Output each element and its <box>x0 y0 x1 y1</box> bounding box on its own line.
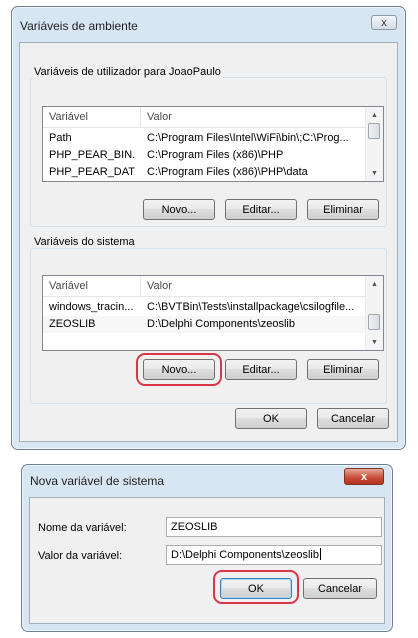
dialog-title: Variáveis de ambiente <box>20 19 138 33</box>
dialog-title: Nova variável de sistema <box>30 474 165 488</box>
column-header-variable[interactable]: Variável <box>49 280 88 292</box>
close-icon[interactable]: x <box>371 15 397 30</box>
row-value: C:\BVTBin\Tests\installpackage\csilogfil… <box>147 301 355 313</box>
user-delete-button[interactable]: Eliminar <box>307 199 379 220</box>
row-value: C:\Program Files (x86)\PHP <box>147 149 284 161</box>
row-value: C:\Program Files (x86)\PHP\data <box>147 166 308 178</box>
user-variables-list[interactable]: Variável Valor Path C:\Program Files\Int… <box>42 106 384 182</box>
row-variable: ZEOSLIB <box>49 318 96 330</box>
column-header-value[interactable]: Valor <box>147 280 172 292</box>
system-variables-list[interactable]: Variável Valor windows_tracin... C:\BVTB… <box>42 275 384 351</box>
scroll-thumb[interactable] <box>368 314 380 330</box>
row-variable: Path <box>49 132 72 144</box>
cancel-button[interactable]: Cancelar <box>317 408 389 429</box>
scroll-down-arrow-icon[interactable]: ▼ <box>366 165 383 181</box>
scroll-up-arrow-icon[interactable]: ▲ <box>366 107 383 123</box>
dialog-client-area: Nome da variável: ZEOSLIB Valor da variá… <box>29 497 385 624</box>
vertical-scrollbar[interactable]: ▲ ▼ <box>365 107 383 181</box>
variable-name-input[interactable]: ZEOSLIB <box>166 517 382 537</box>
scroll-up-arrow-icon[interactable]: ▲ <box>366 276 383 292</box>
user-new-button[interactable]: Novo... <box>143 199 215 220</box>
table-row[interactable]: ZEOSLIB D:\Delphi Components\zeoslib <box>43 316 366 333</box>
row-variable: windows_tracin... <box>49 301 134 313</box>
row-value: D:\Delphi Components\zeoslib <box>147 318 295 330</box>
scroll-down-arrow-icon[interactable]: ▼ <box>366 334 383 350</box>
close-icon[interactable]: x <box>344 468 384 485</box>
environment-variables-dialog: Variáveis de ambiente x Variáveis de uti… <box>11 6 406 450</box>
table-row[interactable]: PHP_PEAR_BIN... C:\Program Files (x86)\P… <box>43 147 366 164</box>
system-delete-button[interactable]: Eliminar <box>307 359 379 380</box>
variable-value-input[interactable]: D:\Delphi Components\zeoslib <box>166 545 382 565</box>
user-edit-button[interactable]: Editar... <box>225 199 297 220</box>
text-caret <box>319 548 321 560</box>
table-row[interactable]: Path C:\Program Files\Intel\WiFi\bin\;C:… <box>43 130 366 147</box>
scroll-thumb[interactable] <box>368 123 380 139</box>
system-edit-button[interactable]: Editar... <box>225 359 297 380</box>
system-new-button[interactable]: Novo... <box>143 359 215 380</box>
vertical-scrollbar[interactable]: ▲ ▼ <box>365 276 383 350</box>
system-variables-label: Variáveis do sistema <box>32 236 137 248</box>
row-variable: PHP_PEAR_BIN... <box>49 149 135 161</box>
ok-button[interactable]: OK <box>220 578 292 599</box>
table-row[interactable]: windows_tracin... C:\BVTBin\Tests\instal… <box>43 299 366 316</box>
dialog-client-area: Variáveis de utilizador para JoaoPaulo V… <box>19 42 398 442</box>
row-value: C:\Program Files\Intel\WiFi\bin\;C:\Prog… <box>147 132 349 144</box>
variable-name-label: Nome da variável: <box>38 522 127 534</box>
variable-value-label: Valor da variável: <box>38 550 123 562</box>
cancel-button[interactable]: Cancelar <box>303 578 377 599</box>
column-header-variable[interactable]: Variável <box>49 111 88 123</box>
list-header: Variável Valor <box>43 107 366 128</box>
table-row[interactable]: PHP_PEAR_DAT... C:\Program Files (x86)\P… <box>43 164 366 181</box>
list-header: Variável Valor <box>43 276 366 297</box>
row-variable: PHP_PEAR_DAT... <box>49 166 135 178</box>
column-header-value[interactable]: Valor <box>147 111 172 123</box>
user-variables-label: Variáveis de utilizador para JoaoPaulo <box>32 66 223 78</box>
ok-button[interactable]: OK <box>235 408 307 429</box>
new-system-variable-dialog: Nova variável de sistema x Nome da variá… <box>21 464 393 632</box>
